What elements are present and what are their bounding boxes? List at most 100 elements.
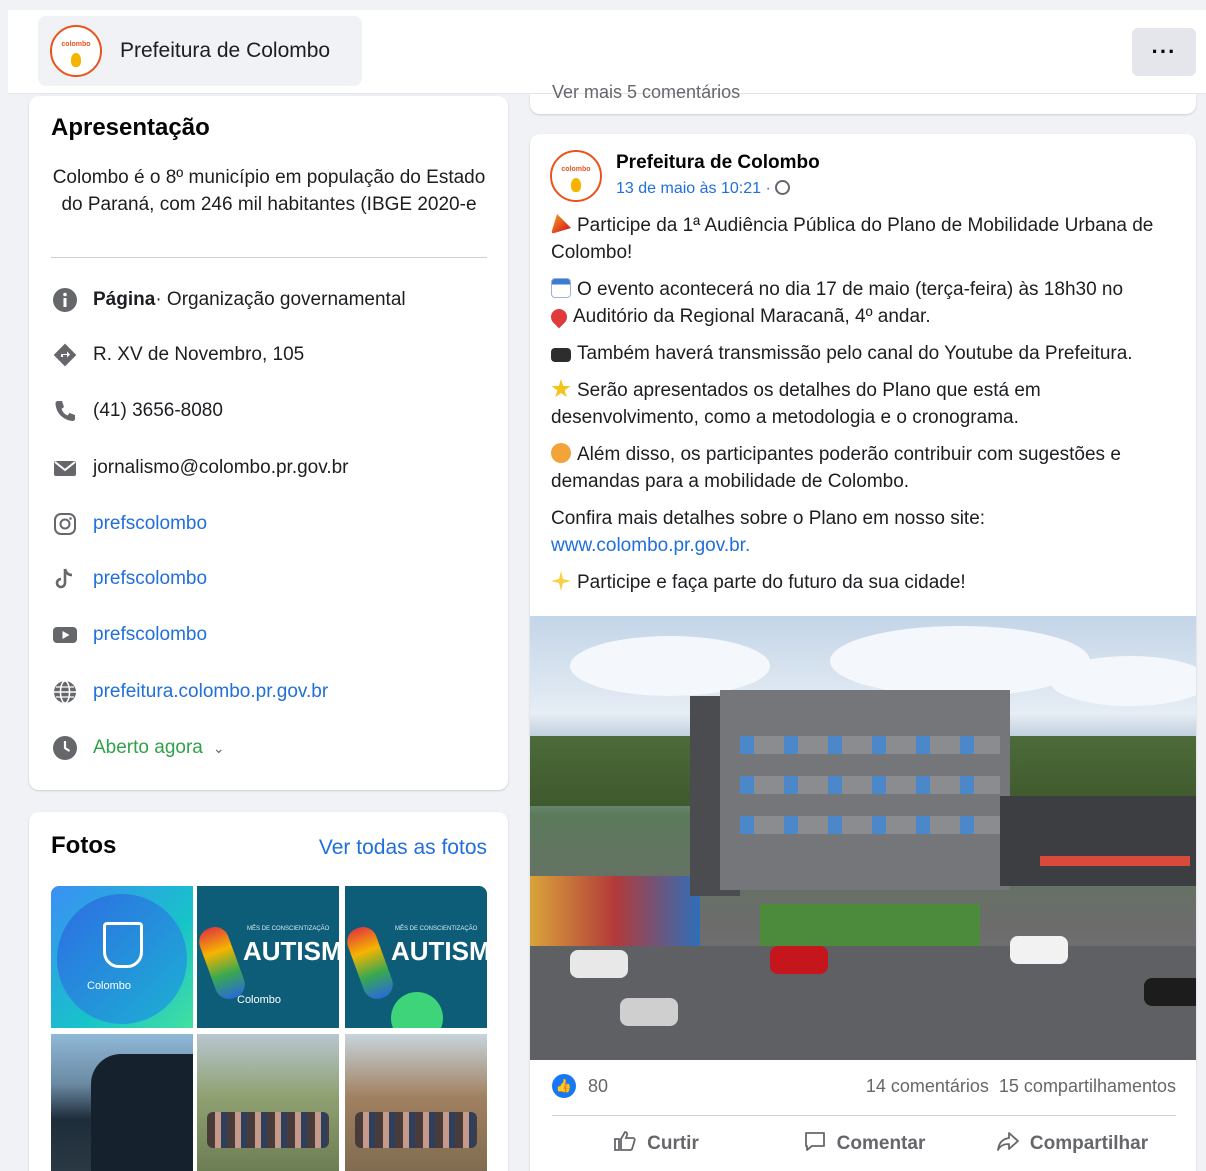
party-popper-icon: [551, 214, 571, 234]
clock-icon: [51, 734, 79, 762]
sparkles-icon: [551, 571, 571, 591]
post-text: Auditório da Regional Maracanã, 4º andar…: [573, 306, 931, 327]
youtube-icon: [51, 621, 79, 649]
divider: [552, 1115, 1176, 1116]
share-icon: [996, 1129, 1020, 1159]
comment-icon: [803, 1129, 827, 1159]
view-more-comments-link[interactable]: Ver mais 5 comentários: [552, 82, 740, 103]
post-text: Participe e faça parte do futuro da sua …: [577, 572, 966, 593]
thumb-brand: Colombo: [237, 994, 282, 1006]
divider: [51, 257, 487, 258]
phone-text: (41) 3656-8080: [93, 400, 223, 421]
thumb-group-graphic: [355, 1112, 477, 1148]
cloud: [570, 636, 770, 696]
post-author[interactable]: Prefeitura de Colombo: [616, 152, 820, 174]
post-card: colombo Prefeitura de Colombo 13 de maio…: [530, 134, 1196, 1171]
youtube-row[interactable]: prefscolombo: [51, 620, 207, 650]
photos-title: Fotos: [51, 832, 117, 859]
photos-card: Fotos Ver todas as fotos Colombo MÊS DE …: [29, 812, 508, 1171]
post-body: Participe da 1ª Audiência Pública do Pla…: [547, 212, 1171, 606]
page-logo: colombo: [50, 25, 102, 77]
logo-text: colombo: [561, 166, 591, 173]
thumb-title: AUTISMO: [243, 936, 339, 966]
share-button[interactable]: Compartilhar: [968, 1122, 1176, 1166]
share-count[interactable]: 15 compartilhamentos: [999, 1076, 1176, 1096]
intro-title: Apresentação: [51, 114, 210, 141]
website-link[interactable]: prefeitura.colombo.pr.gov.br: [93, 681, 328, 703]
engagement-counts: 14 comentários 15 compartilhamentos: [866, 1076, 1176, 1097]
photo-thumbnail[interactable]: [51, 1034, 193, 1171]
post-paragraph: O evento acontecerá no dia 17 de maio (t…: [547, 276, 1171, 330]
comment-button[interactable]: Comentar: [760, 1122, 968, 1166]
lawn: [760, 904, 980, 948]
thumb-graphic: [391, 992, 443, 1028]
previous-post-card: Ver mais 5 comentários: [530, 82, 1196, 114]
globe-icon: [51, 678, 79, 706]
car: [1010, 936, 1068, 964]
car: [570, 950, 628, 978]
instagram-icon: [51, 510, 79, 538]
storefronts: [530, 876, 700, 946]
post-photo[interactable]: [530, 616, 1196, 1060]
car: [620, 998, 678, 1026]
post-paragraph: Também haverá transmissão pelo canal do …: [551, 340, 1171, 367]
photo-thumbnail[interactable]: MÊS DE CONSCIENTIZAÇÃO AUTISMO: [345, 886, 487, 1028]
cloud: [1050, 656, 1196, 706]
website-row[interactable]: prefeitura.colombo.pr.gov.br: [51, 677, 328, 707]
tiktok-link[interactable]: prefscolombo: [93, 568, 207, 590]
post-timestamp[interactable]: 13 de maio às 10:21 ·: [616, 180, 790, 198]
photo-thumbnail[interactable]: MÊS DE CONSCIENTIZAÇÃO AUTISMO Colombo: [197, 886, 339, 1028]
thumb-subtitle: MÊS DE CONSCIENTIZAÇÃO: [247, 926, 330, 932]
address-row[interactable]: R. XV de Novembro, 105: [51, 340, 304, 370]
star-icon: [551, 379, 571, 398]
youtube-link[interactable]: prefscolombo: [93, 624, 207, 646]
directions-icon: [51, 341, 79, 369]
thumb-caption: Colombo: [87, 980, 132, 992]
post-text: O evento acontecerá no dia 17 de maio (t…: [577, 279, 1124, 300]
car: [770, 946, 828, 974]
comment-count[interactable]: 14 comentários: [866, 1076, 989, 1096]
photo-thumbnail[interactable]: [197, 1034, 339, 1171]
awareness-ribbon-icon: [345, 923, 397, 1003]
post-text: Confira mais detalhes sobre o Plano em n…: [551, 508, 986, 529]
like-label: Curtir: [647, 1133, 699, 1154]
like-icon: [613, 1129, 637, 1159]
like-button[interactable]: Curtir: [552, 1122, 760, 1166]
photo-thumbnail[interactable]: [345, 1034, 487, 1171]
post-stats: 👍 80 14 comentários 15 compartilhamentos: [552, 1074, 1176, 1100]
chevron-down-icon[interactable]: ⌄: [213, 740, 225, 757]
intro-card: Apresentação Colombo é o 8º município em…: [29, 96, 508, 790]
car: [1144, 978, 1196, 1006]
like-reaction-icon[interactable]: 👍: [552, 1074, 576, 1098]
intro-description: Colombo é o 8º município em população do…: [52, 167, 486, 215]
hours-row[interactable]: Aberto agora ⌄: [51, 733, 225, 763]
tv-icon: [551, 348, 571, 362]
reaction-count[interactable]: 80: [588, 1076, 608, 1097]
phone-row[interactable]: (41) 3656-8080: [51, 396, 223, 426]
logo-text: colombo: [61, 41, 91, 48]
post-website-link[interactable]: www.colombo.pr.gov.br.: [551, 535, 750, 556]
tiktok-row[interactable]: prefscolombo: [51, 564, 207, 594]
pushpin-icon: [547, 305, 571, 329]
post-date[interactable]: 13 de maio às 10:21 ·: [616, 180, 771, 197]
awareness-ribbon-icon: [197, 923, 249, 1003]
post-avatar[interactable]: colombo: [550, 150, 602, 202]
post-paragraph: Participe da 1ª Audiência Pública do Pla…: [551, 212, 1171, 266]
open-status: Aberto agora: [93, 737, 203, 758]
logo-bulb-icon: [571, 178, 581, 192]
globe-icon: [774, 180, 790, 195]
thumb-title: AUTISMO: [391, 936, 487, 966]
thumb-group-graphic: [207, 1112, 329, 1148]
annex-building: [1000, 796, 1196, 886]
share-label: Compartilhar: [1029, 1133, 1149, 1154]
logo-bulb-icon: [71, 53, 81, 67]
see-all-photos-link[interactable]: Ver todas as fotos: [319, 836, 487, 860]
instagram-row[interactable]: prefscolombo: [51, 509, 207, 539]
instagram-link[interactable]: prefscolombo: [93, 513, 207, 535]
calendar-icon: [551, 278, 571, 298]
photo-thumbnail[interactable]: Colombo: [51, 886, 193, 1028]
page-name-chip[interactable]: colombo Prefeitura de Colombo: [38, 16, 362, 86]
email-row[interactable]: jornalismo@colombo.pr.gov.br: [51, 453, 349, 483]
more-options-button[interactable]: ···: [1132, 28, 1196, 76]
window-row: [740, 776, 1000, 794]
